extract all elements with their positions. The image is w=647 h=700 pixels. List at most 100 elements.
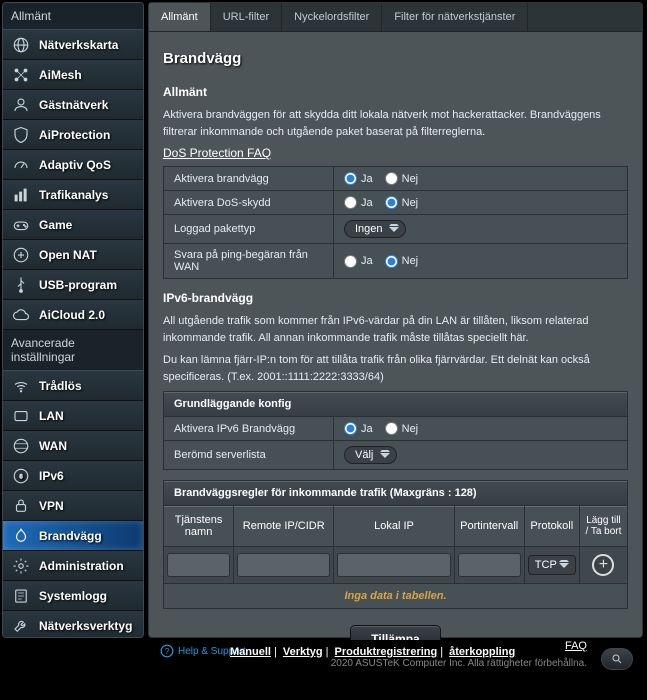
sidebar-item-qos[interactable]: Adaptiv QoS [3,150,143,180]
firewall-icon [11,526,31,546]
sidebar-item-label: Brandvägg [39,529,102,543]
enable-fw-no-radio[interactable] [385,172,398,185]
sidebar-item-game[interactable]: Game [3,210,143,240]
col-proto: Protokoll [524,506,579,547]
tools-icon [11,616,31,636]
section-general-desc: Aktivera brandväggen för att skydda ditt… [163,107,628,140]
sidebar-item-firewall[interactable]: Brandvägg [3,521,143,551]
sidebar-item-aiprotection[interactable]: AiProtection [3,120,143,150]
log-type-select[interactable]: Ingen [344,220,406,238]
guest-icon [11,95,31,115]
local-ip-input[interactable] [337,553,450,577]
sidebar-item-label: AiMesh [39,68,82,82]
ipv6-desc2: Du kan lämna fjärr-IP:n tom för att till… [163,352,628,385]
tab-url-filter[interactable]: URL-filter [211,3,282,31]
sidebar-item-label: Systemlogg [39,589,107,603]
enable-fw-yes-radio[interactable] [344,172,357,185]
rules-title: Brandväggsregler för inkommande trafik (… [164,481,628,506]
no-data-message: Inga data i tabellen. [164,584,628,609]
col-action: Lägg till / Ta bort [579,506,627,547]
svg-text:6: 6 [19,474,23,480]
sidebar-item-label: LAN [39,409,64,423]
footer-link-manual[interactable]: Manuell [230,646,271,658]
footer-search-button[interactable] [601,648,633,670]
sidebar-item-nettools[interactable]: Nätverksverktyg [3,611,143,638]
nat-icon [11,245,31,265]
footer-copyright: 2020 ASUSTeK Computer Inc. Alla rättighe… [331,658,587,669]
wifi-icon [11,376,31,396]
service-name-input[interactable] [167,553,230,577]
port-range-input[interactable] [458,553,521,577]
globe-icon [11,35,31,55]
enable-ipv6fw-no-radio[interactable] [385,422,398,435]
stats-icon [11,185,31,205]
sidebar-item-wireless[interactable]: Trådlös [3,371,143,401]
sidebar-section-advanced: Avancerade inställningar [3,330,143,371]
row-famous-list-label: Berömd serverlista [164,441,334,470]
sidebar-item-admin[interactable]: Administration [3,551,143,581]
sidebar-item-label: Trafikanalys [39,188,108,202]
sidebar: Allmänt Nätverkskarta AiMesh Gästnätverk… [2,2,144,638]
sidebar-item-network-map[interactable]: Nätverkskarta [3,30,143,60]
tab-bar: Allmänt URL-filter Nyckelordsfilter Filt… [149,3,642,32]
lan-icon [11,406,31,426]
ipv6-desc1: All utgående trafik som kommer från IPv6… [163,313,628,346]
tab-keyword-filter[interactable]: Nyckelordsfilter [282,3,382,31]
sidebar-item-traffic[interactable]: Trafikanalys [3,180,143,210]
sidebar-item-usb[interactable]: USB-program [3,270,143,300]
enable-dos-no-radio[interactable] [385,196,398,209]
enable-dos-yes-radio[interactable] [344,196,357,209]
sidebar-item-label: WAN [39,439,67,453]
vpn-icon [11,496,31,516]
row-enable-dos-label: Aktivera DoS-skydd [164,191,334,215]
gear-icon [11,556,31,576]
no-label: Nej [402,197,419,209]
sidebar-item-syslog[interactable]: Systemlogg [3,581,143,611]
sidebar-item-aimesh[interactable]: AiMesh [3,60,143,90]
sidebar-item-vpn[interactable]: VPN [3,491,143,521]
ipv6-config-table: Grundläggande konfig Aktivera IPv6 Brand… [163,391,628,470]
row-ping-wan-label: Svara på ping-begäran från WAN [164,244,334,279]
mesh-icon [11,65,31,85]
tab-service-filter[interactable]: Filter för nätverkstjänster [382,3,528,31]
row-enable-ipv6fw-label: Aktivera IPv6 Brandvägg [164,417,334,441]
col-remote: Remote IP/CIDR [234,506,334,547]
protocol-select[interactable]: TCP [528,555,576,575]
famous-list-select[interactable]: Välj [344,446,397,464]
dos-faq-link[interactable]: DoS Protection FAQ [163,146,271,160]
sidebar-item-aicloud[interactable]: AiCloud 2.0 [3,300,143,330]
rules-table: Brandväggsregler för inkommande trafik (… [163,480,628,609]
sidebar-item-label: Trådlös [39,379,82,393]
enable-ipv6fw-yes-radio[interactable] [344,422,357,435]
sidebar-item-opennat[interactable]: Open NAT [3,240,143,270]
svg-text:?: ? [165,647,170,656]
ping-wan-yes-radio[interactable] [344,255,357,268]
section-general-heading: Allmänt [163,85,628,99]
footer-faq-link[interactable]: FAQ [565,640,587,652]
sidebar-item-wan[interactable]: WAN [3,431,143,461]
section-ipv6-heading: IPv6-brandvägg [163,291,628,305]
sidebar-item-ipv6[interactable]: 6IPv6 [3,461,143,491]
no-label: Nej [402,255,419,267]
sidebar-item-guest[interactable]: Gästnätverk [3,90,143,120]
footer-link-tools[interactable]: Verktyg [283,646,323,658]
ipv6-icon: 6 [11,466,31,486]
page-title: Brandvägg [163,44,628,79]
sidebar-item-label: AiCloud 2.0 [39,308,105,322]
help-icon: ? [160,644,174,658]
general-settings-table: Aktivera brandvägg Ja Nej Aktivera DoS-s… [163,166,628,279]
remote-ip-input[interactable] [237,553,330,577]
yes-label: Ja [361,173,373,185]
no-label: Nej [402,423,419,435]
footer-link-register[interactable]: Produktregistrering [335,646,438,658]
add-rule-button[interactable]: + [592,554,614,576]
sidebar-item-lan[interactable]: LAN [3,401,143,431]
tab-general[interactable]: Allmänt [149,3,211,31]
sidebar-section-general: Allmänt [3,3,143,30]
sidebar-item-label: VPN [39,499,64,513]
search-icon [611,653,623,665]
footer-link-feedback[interactable]: återkoppling [449,646,515,658]
yes-label: Ja [361,423,373,435]
ping-wan-no-radio[interactable] [385,255,398,268]
gauge-icon [11,155,31,175]
